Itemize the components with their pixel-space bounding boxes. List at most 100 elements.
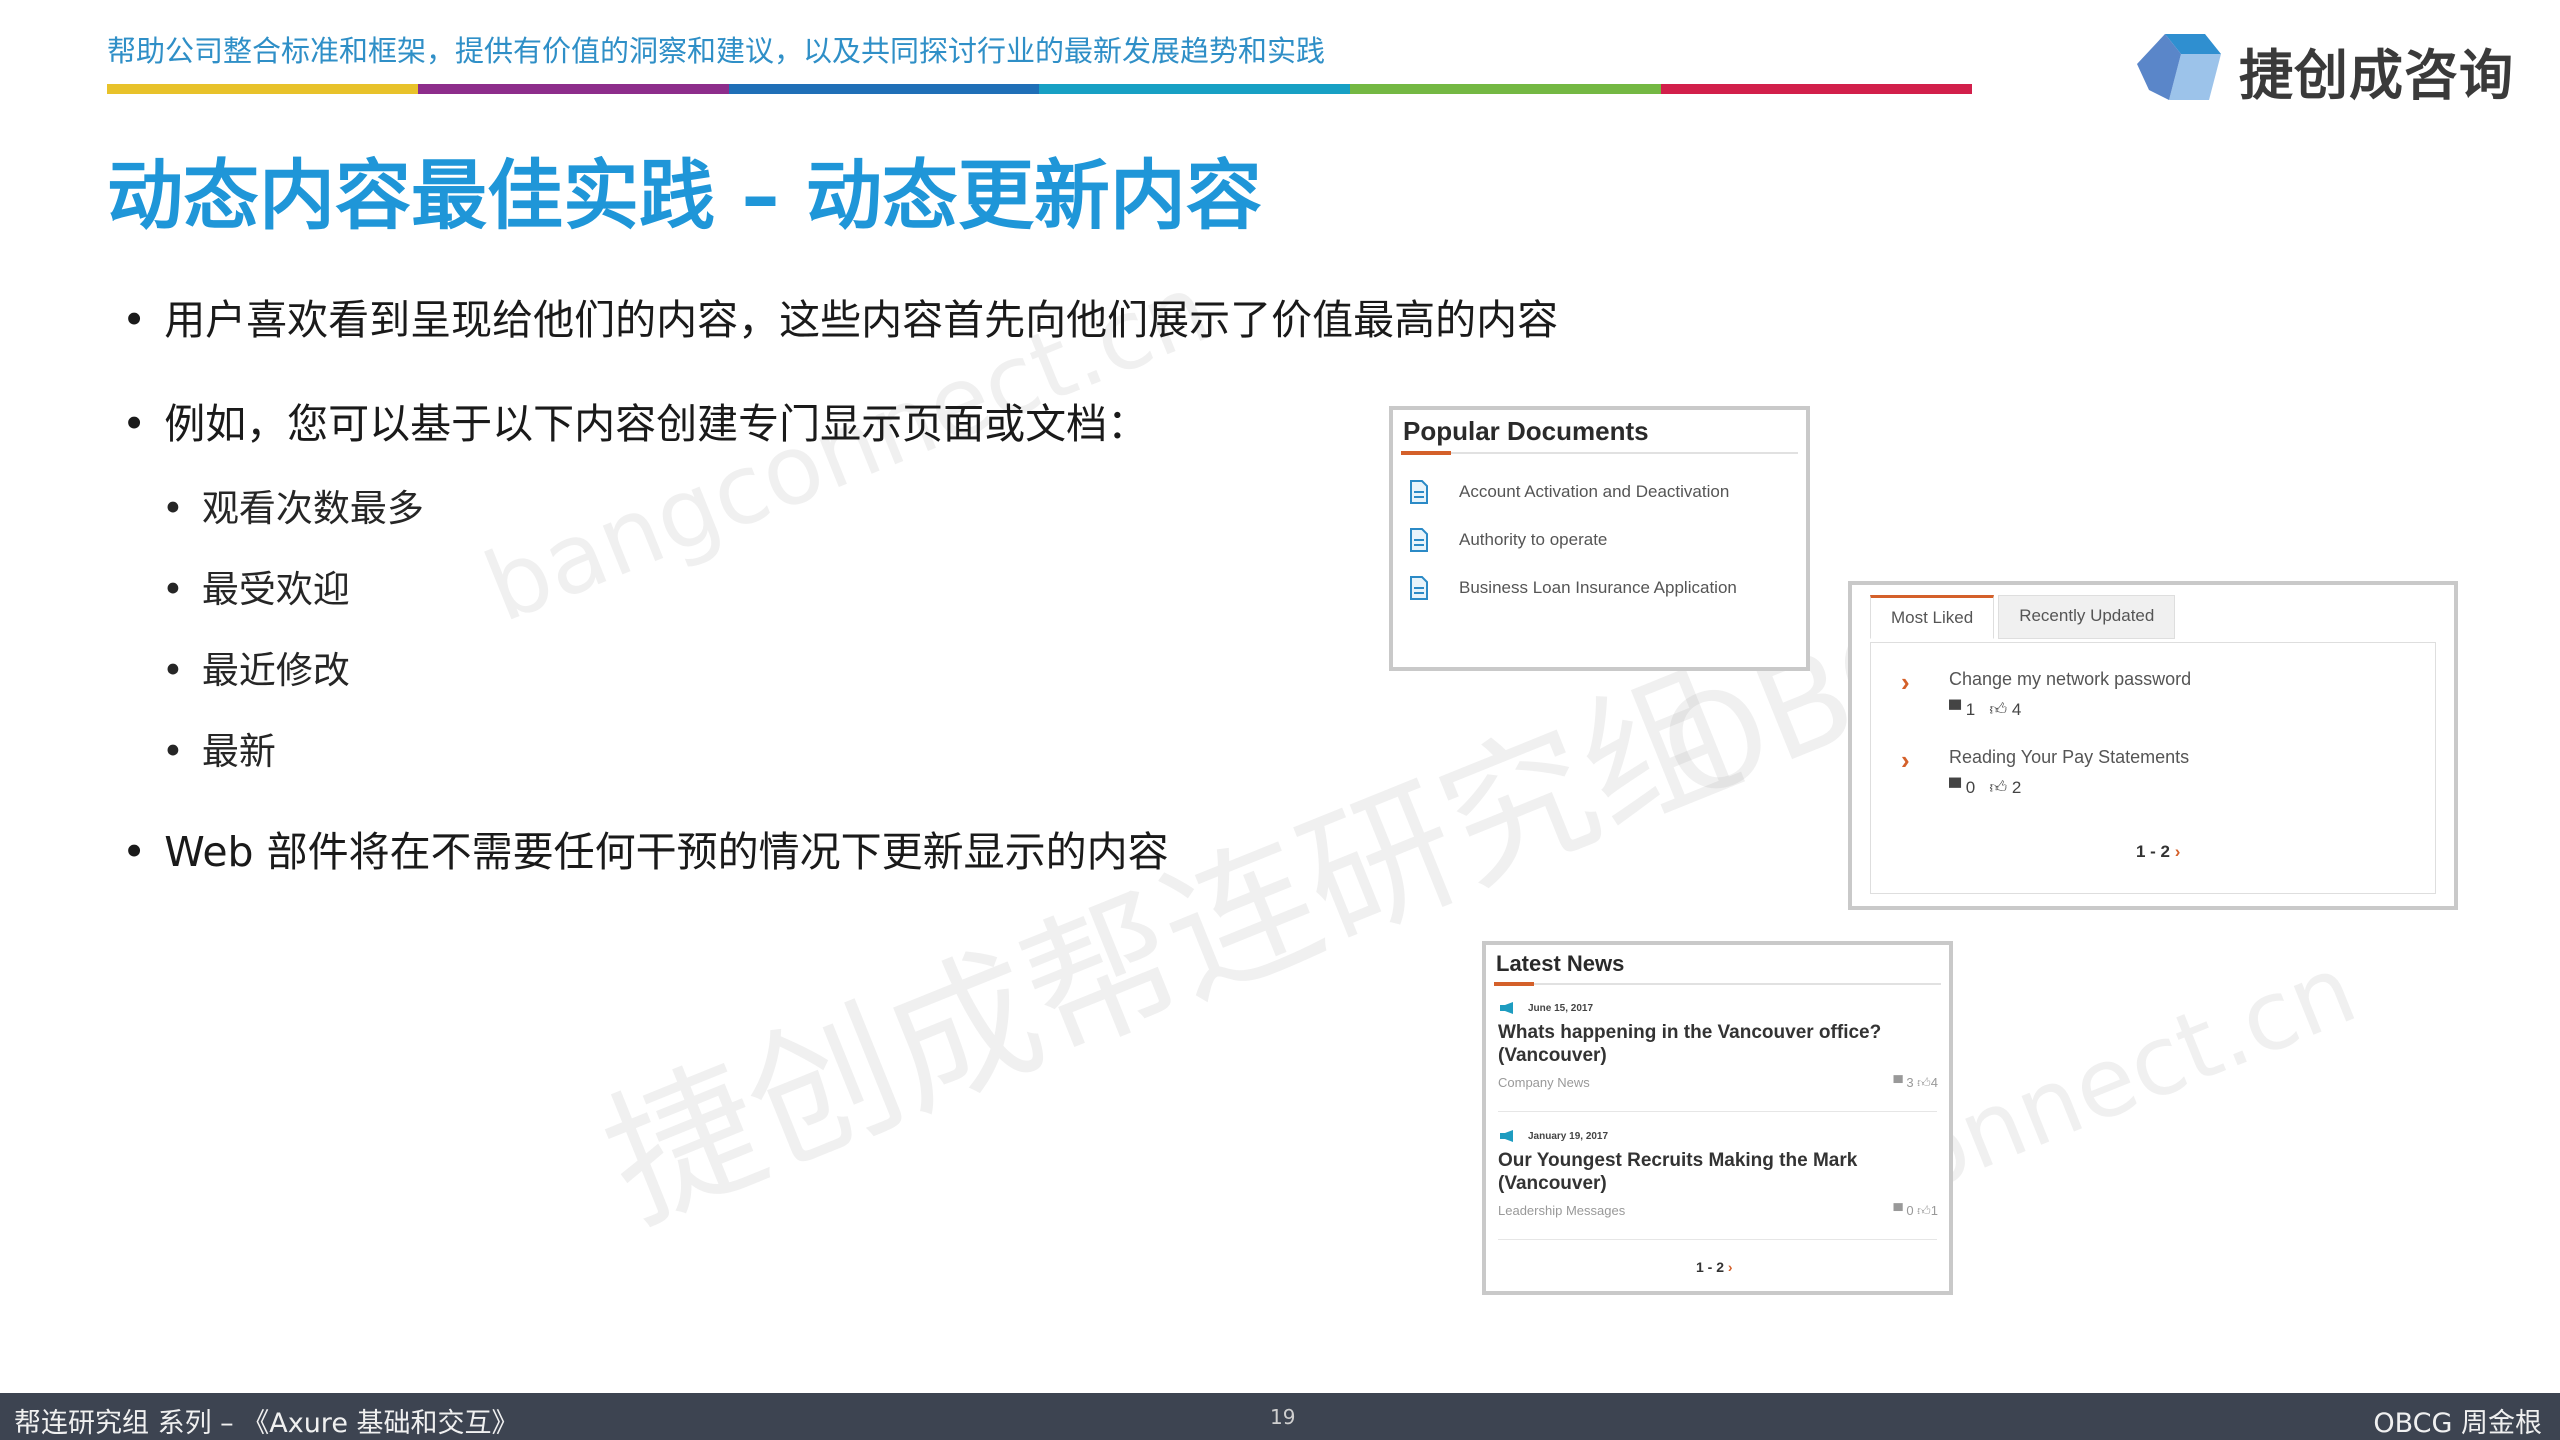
news-footer: Company News ▀ 3 👍︎4 <box>1498 1075 1938 1091</box>
news-date: January 19, 2017 <box>1498 1129 1938 1143</box>
tab-bar: Most Liked Recently Updated <box>1870 595 2179 639</box>
bullet-dot: • <box>162 487 184 530</box>
bullet-text: 观看次数最多 <box>201 487 424 530</box>
sub-bullet-item: • 观看次数最多 <box>162 478 424 532</box>
widget-title: Latest News <box>1496 951 1625 976</box>
tab-panel: › Change my network password ▀ 1 👍︎ 4 › … <box>1870 642 2436 894</box>
document-icon <box>1410 480 1428 504</box>
company-logo: 捷创成咨询 <box>2135 30 2514 110</box>
megaphone-icon <box>1500 1130 1513 1142</box>
title-accent <box>1494 982 1534 986</box>
news-headline[interactable]: Our Youngest Recruits Making the Mark (V… <box>1498 1149 1938 1195</box>
title-divider <box>1494 983 1941 985</box>
document-link[interactable]: Business Loan Insurance Application <box>1409 576 1737 600</box>
header-color-bar <box>107 84 1972 94</box>
tab-recently-updated[interactable]: Recently Updated <box>1998 595 2176 639</box>
news-date: June 15, 2017 <box>1498 1001 1938 1015</box>
bullet-text: 最近修改 <box>201 649 350 692</box>
footer-series: 帮连研究组 系列 – 《Axure 基础和交互》 <box>14 1408 519 1439</box>
news-divider <box>1498 1239 1937 1240</box>
color-segment <box>107 84 418 94</box>
like-count: 4 <box>2011 700 2022 719</box>
bullet-dot: • <box>122 296 147 344</box>
bullet-dot: • <box>122 828 147 876</box>
comment-count: 0 <box>1906 1203 1914 1218</box>
document-title: Business Loan Insurance Application <box>1459 578 1737 597</box>
document-title: Authority to operate <box>1459 530 1608 549</box>
pager-range: 1 - 2 <box>2136 842 2171 861</box>
sub-bullet-item: • 最新 <box>162 721 276 775</box>
bullet-item: • 用户喜欢看到呈现给他们的内容，这些内容首先向他们展示了价值最高的内容 <box>122 286 1558 346</box>
bullet-item: • 例如，您可以基于以下内容创建专门显示页面或文档： <box>122 390 1148 450</box>
news-headline[interactable]: Whats happening in the Vancouver office?… <box>1498 1021 1938 1067</box>
news-stats: ▀ 3 👍︎4 <box>1893 1075 1939 1090</box>
footer-author: OBCG 周金根 <box>2373 1408 2542 1439</box>
color-segment <box>1039 84 1351 94</box>
like-count: 2 <box>2011 778 2022 797</box>
popular-documents-widget: Popular Documents Account Activation and… <box>1389 406 1810 671</box>
sub-bullet-item: • 最近修改 <box>162 640 350 694</box>
chevron-right-icon: › <box>1901 745 1910 775</box>
document-icon <box>1410 576 1428 600</box>
title-accent <box>1401 451 1451 455</box>
next-page-icon[interactable]: › <box>1728 1259 1733 1275</box>
item-title[interactable]: Reading Your Pay Statements <box>1949 747 2189 768</box>
latest-news-widget: Latest News June 15, 2017 Whats happenin… <box>1482 941 1953 1295</box>
header-tagline: 帮助公司整合标准和框架，提供有价值的洞察和建议，以及共同探讨行业的最新发展趋势和… <box>107 34 1326 68</box>
sub-bullet-item: • 最受欢迎 <box>162 559 350 613</box>
news-item[interactable]: January 19, 2017 Our Youngest Recruits M… <box>1498 1129 1938 1219</box>
news-category: Leadership Messages <box>1498 1203 1626 1218</box>
tab-most-liked[interactable]: Most Liked <box>1870 595 1995 639</box>
cube-logo-icon <box>2137 34 2221 100</box>
item-title[interactable]: Change my network password <box>1949 669 2191 690</box>
bullet-text: 用户喜欢看到呈现给他们的内容，这些内容首先向他们展示了价值最高的内容 <box>164 296 1559 344</box>
bullet-text: 最新 <box>201 730 276 773</box>
widget-title: Popular Documents <box>1403 416 1649 446</box>
color-segment <box>1661 84 1972 94</box>
item-stats: ▀ 1 👍︎ 4 <box>1949 699 2021 720</box>
news-stats: ▀ 0 👍︎1 <box>1893 1203 1939 1218</box>
pager: 1 - 2 › <box>2136 842 2180 862</box>
document-link[interactable]: Authority to operate <box>1409 528 1607 552</box>
like-icon: 👍︎ <box>1989 700 2008 719</box>
color-segment <box>417 84 729 94</box>
pager-range: 1 - 2 <box>1696 1259 1725 1275</box>
megaphone-icon <box>1500 1002 1513 1014</box>
like-icon: 👍︎ <box>1989 778 2008 797</box>
like-count: 4 <box>1930 1075 1938 1090</box>
comment-count: 0 <box>1965 778 1976 797</box>
comment-count: 1 <box>1965 700 1976 719</box>
color-segment <box>1350 84 1662 94</box>
news-divider <box>1498 1111 1937 1112</box>
comment-icon: ▀ <box>1949 778 1962 797</box>
most-liked-widget: Most Liked Recently Updated › Change my … <box>1848 581 2458 910</box>
bullet-dot: • <box>162 568 184 611</box>
title-divider <box>1401 452 1798 454</box>
news-date-text: June 15, 2017 <box>1528 1002 1594 1014</box>
footer-bar: 帮连研究组 系列 – 《Axure 基础和交互》 19 OBCG 周金根 <box>0 1393 2560 1440</box>
document-link[interactable]: Account Activation and Deactivation <box>1409 480 1729 504</box>
bullet-dot: • <box>162 649 184 692</box>
next-page-icon[interactable]: › <box>2175 842 2181 861</box>
document-icon <box>1410 528 1428 552</box>
news-date-text: January 19, 2017 <box>1528 1130 1609 1142</box>
bullet-text: Web 部件将在不需要任何干预的情况下更新显示的内容 <box>164 828 1169 876</box>
logo-text: 捷创成咨询 <box>2239 43 2514 107</box>
page-number: 19 <box>1270 1405 1296 1429</box>
bullet-dot: • <box>162 730 184 773</box>
comment-icon: ▀ <box>1949 700 1962 719</box>
news-footer: Leadership Messages ▀ 0 👍︎1 <box>1498 1203 1938 1219</box>
news-category: Company News <box>1498 1075 1590 1090</box>
bullet-dot: • <box>122 400 147 448</box>
news-item[interactable]: June 15, 2017 Whats happening in the Van… <box>1498 1001 1938 1091</box>
bullet-item: • Web 部件将在不需要任何干预的情况下更新显示的内容 <box>122 818 1169 878</box>
comment-count: 3 <box>1906 1075 1914 1090</box>
page-title: 动态内容最佳实践 – 动态更新内容 <box>107 151 1262 240</box>
document-title: Account Activation and Deactivation <box>1459 482 1730 501</box>
like-count: 1 <box>1930 1203 1938 1218</box>
color-segment <box>728 84 1040 94</box>
pager: 1 - 2 › <box>1696 1259 1733 1275</box>
item-stats: ▀ 0 👍︎ 2 <box>1949 777 2021 798</box>
bullet-text: 例如，您可以基于以下内容创建专门显示页面或文档： <box>164 400 1149 448</box>
chevron-right-icon: › <box>1901 667 1910 697</box>
